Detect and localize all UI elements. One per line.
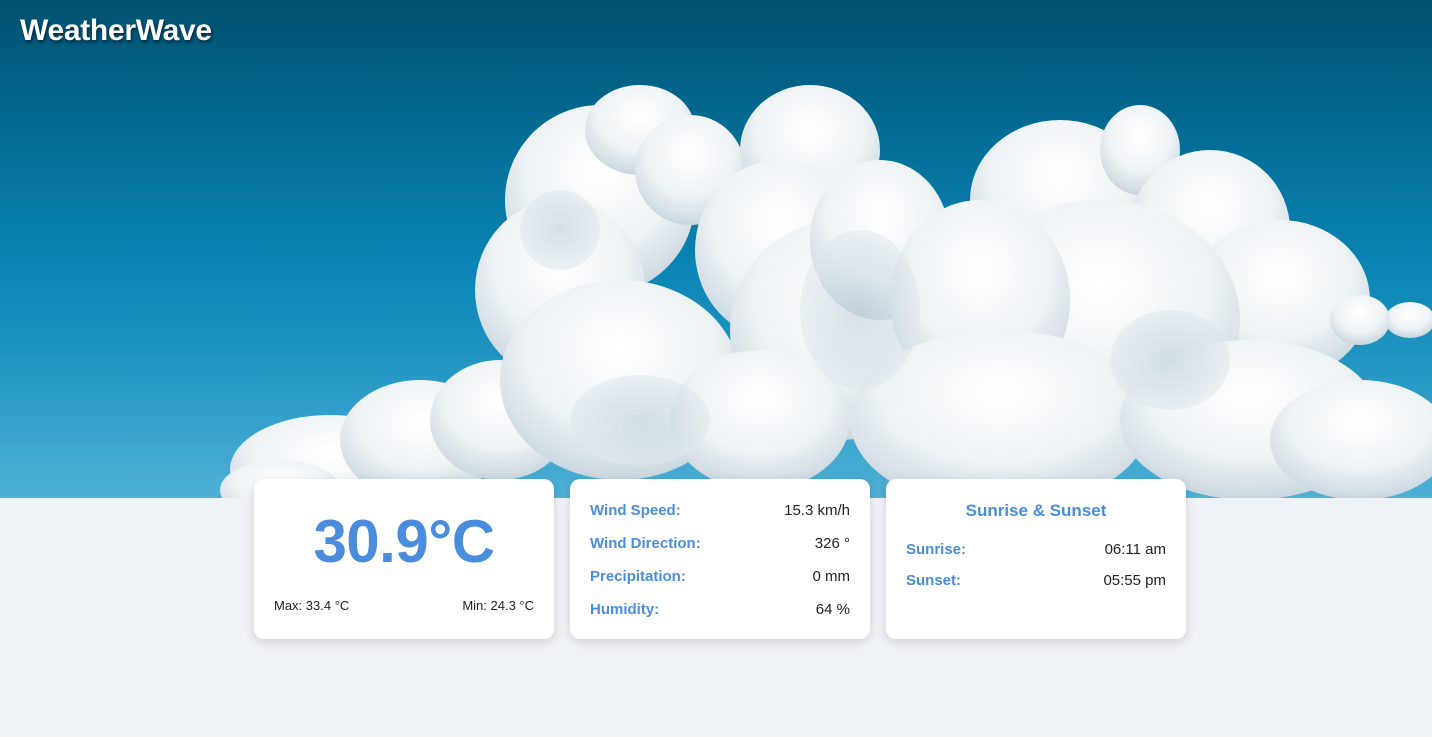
precipitation-value: 0 mm bbox=[812, 567, 851, 585]
humidity-label: Humidity: bbox=[590, 600, 660, 618]
wind-speed-label: Wind Speed: bbox=[590, 501, 681, 519]
max-temperature: Max: 33.4 °C bbox=[274, 598, 350, 613]
sunrise-row: Sunrise: 06:11 am bbox=[906, 539, 1166, 559]
wind-speed-row: Wind Speed: 15.3 km/h bbox=[590, 500, 850, 520]
wind-direction-label: Wind Direction: bbox=[590, 534, 701, 552]
sun-card-title: Sunrise & Sunset bbox=[965, 501, 1107, 520]
wind-direction-value: 326 ° bbox=[814, 534, 850, 552]
humidity-row: Humidity: 64 % bbox=[590, 599, 850, 619]
sun-card: Sunrise & Sunset Sunrise: 06:11 am Sunse… bbox=[886, 479, 1186, 639]
sunrise-label: Sunrise: bbox=[906, 540, 967, 558]
sunset-label: Sunset: bbox=[906, 571, 962, 589]
hero-banner: WeatherWave bbox=[0, 0, 1432, 498]
sunset-row: Sunset: 05:55 pm bbox=[906, 570, 1166, 590]
sunrise-value: 06:11 am bbox=[1104, 540, 1166, 558]
wind-speed-value: 15.3 km/h bbox=[784, 501, 850, 519]
sunset-value: 05:55 pm bbox=[1103, 571, 1166, 589]
cloud-sky-image bbox=[220, 85, 1432, 498]
current-temperature: 30.9°C bbox=[313, 508, 495, 575]
temperature-card: 30.9°C Max: 33.4 °C Min: 24.3 °C bbox=[254, 479, 554, 639]
humidity-value: 64 % bbox=[815, 600, 850, 618]
conditions-card: Wind Speed: 15.3 km/h Wind Direction: 32… bbox=[570, 479, 870, 639]
min-temperature: Min: 24.3 °C bbox=[462, 598, 534, 613]
precipitation-label: Precipitation: bbox=[590, 567, 686, 585]
app-title: WeatherWave bbox=[20, 14, 212, 47]
precipitation-row: Precipitation: 0 mm bbox=[590, 566, 850, 586]
wind-direction-row: Wind Direction: 326 ° bbox=[590, 533, 850, 553]
